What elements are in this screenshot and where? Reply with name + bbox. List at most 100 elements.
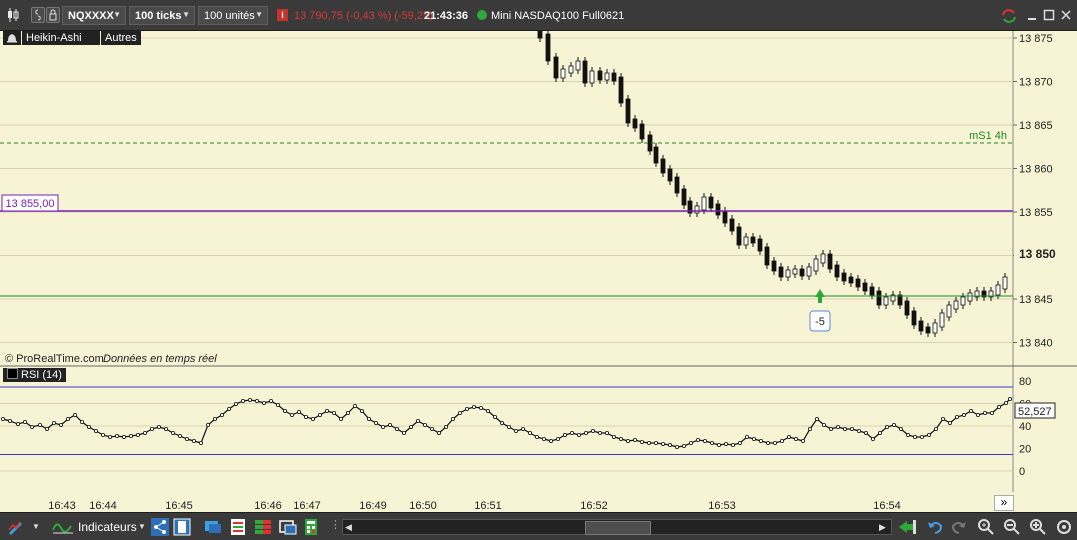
refresh-icon[interactable] xyxy=(1000,8,1018,24)
rsi-point xyxy=(415,419,420,424)
others-label[interactable]: Autres xyxy=(101,31,141,45)
clock-time: 21:43:36 xyxy=(424,10,469,22)
candle-body xyxy=(560,68,566,79)
rsi-point xyxy=(619,437,624,442)
minimize-icon[interactable] xyxy=(1026,8,1038,22)
chart-type-label[interactable]: Heikin-Ashi xyxy=(22,31,100,45)
link-icon[interactable] xyxy=(31,7,45,23)
share-icon[interactable] xyxy=(151,518,169,536)
rsi-point xyxy=(626,439,631,444)
zoom-fit-icon[interactable] xyxy=(977,518,995,536)
current-price-value: 13 850 xyxy=(1019,247,1056,261)
scroll-right-icon[interactable]: ▶ xyxy=(879,520,889,534)
rsi-point xyxy=(401,431,406,436)
rsi-point xyxy=(275,403,280,408)
window-icon[interactable] xyxy=(279,518,297,536)
rsi-title-box[interactable]: RSI (14) xyxy=(3,368,66,382)
rsi-point xyxy=(556,437,561,442)
calculator-icon[interactable] xyxy=(302,518,320,536)
rsi-point xyxy=(647,441,652,446)
time-axis[interactable]: 16:43 16:44 16:45 16:46 16:47 16:49 16:50 16:51… xyxy=(0,492,1077,512)
chevron-down-icon[interactable]: ▼ xyxy=(32,518,42,536)
rsi-point xyxy=(955,415,960,420)
go-to-end-icon[interactable] xyxy=(897,518,916,536)
chat-icon[interactable] xyxy=(204,518,222,536)
candle-body xyxy=(953,300,959,310)
bell-icon[interactable] xyxy=(3,31,21,45)
time-tick-label: 16:50 xyxy=(409,500,437,512)
rsi-point xyxy=(892,423,897,428)
candle-body xyxy=(667,168,673,182)
candlestick-icon[interactable] xyxy=(6,7,20,23)
price-chart[interactable]: 13 875 13 870 13 865 13 860 13 855 13 845 13 8… xyxy=(0,31,1077,367)
rsi-point xyxy=(521,427,526,432)
horizontal-scrollbar[interactable]: ◀ ▶ xyxy=(342,519,892,535)
rsi-point xyxy=(289,413,294,418)
redo-icon[interactable] xyxy=(950,518,968,536)
undo-icon[interactable] xyxy=(926,518,944,536)
rsi-point xyxy=(906,433,911,438)
candle-body xyxy=(537,31,543,39)
rsi-point xyxy=(598,431,603,436)
time-tick-label: 16:45 xyxy=(165,500,193,512)
rsi-point xyxy=(794,437,799,442)
layout-icon[interactable] xyxy=(173,518,191,536)
rsi-chart[interactable]: 806040200 52,527 xyxy=(0,367,1077,492)
last-price: 13 790,75 (-0,43 %) (-59,25) xyxy=(294,10,433,22)
rsi-point xyxy=(303,415,308,420)
rsi-point xyxy=(450,417,455,422)
candle-body xyxy=(701,196,707,211)
candle-body xyxy=(582,60,588,84)
units-select[interactable]: 100 unités ▼ xyxy=(198,6,268,25)
candle-body xyxy=(681,188,687,206)
instrument-select[interactable]: NQXXXX ▼ xyxy=(62,6,126,25)
info-icon[interactable]: i xyxy=(277,9,288,21)
candle-body xyxy=(632,118,638,129)
candle-body xyxy=(568,65,574,74)
draw-pen-icon[interactable] xyxy=(6,518,24,536)
rsi-point xyxy=(969,409,974,414)
rsi-point xyxy=(373,421,378,426)
realtime-label: Données en temps réel xyxy=(103,353,217,365)
candle-body xyxy=(862,282,868,292)
rsi-point xyxy=(717,443,722,448)
lock-icon[interactable] xyxy=(46,7,60,23)
watermark: © ProRealTime.com xyxy=(5,353,104,365)
orderbook-icon[interactable] xyxy=(254,518,272,536)
settings-icon[interactable] xyxy=(1055,518,1073,536)
rsi-point xyxy=(443,425,448,430)
rsi-point xyxy=(759,439,764,444)
report-icon[interactable] xyxy=(229,518,247,536)
scroll-left-icon[interactable]: ◀ xyxy=(345,520,355,534)
rsi-point xyxy=(577,433,582,438)
rsi-point xyxy=(45,427,50,432)
close-icon[interactable] xyxy=(1060,8,1072,22)
rsi-point xyxy=(338,417,343,422)
candle-body xyxy=(820,253,826,264)
rsi-point xyxy=(633,438,638,443)
rsi-point xyxy=(149,427,154,432)
rsi-point xyxy=(296,410,301,415)
rsi-point xyxy=(128,434,133,439)
rsi-point xyxy=(682,444,687,449)
rsi-point xyxy=(135,433,140,438)
ticks-select[interactable]: 100 ticks ▼ xyxy=(129,6,195,25)
indicators-button[interactable]: Indicateurs xyxy=(78,520,137,534)
zoom-in-icon[interactable] xyxy=(1029,518,1047,536)
price-tick-label: 13 860 xyxy=(1019,164,1053,176)
time-tick-label: 16:52 xyxy=(580,500,608,512)
rsi-point xyxy=(661,442,666,447)
rsi-point xyxy=(233,402,238,407)
rsi-point xyxy=(212,417,217,422)
rsi-point xyxy=(52,421,57,426)
scroll-end-button[interactable]: » xyxy=(994,495,1014,511)
scrollbar-thumb[interactable] xyxy=(585,521,651,535)
chevron-down-icon[interactable]: ▼ xyxy=(138,518,148,536)
maximize-icon[interactable] xyxy=(1043,8,1055,22)
rsi-point xyxy=(282,409,287,414)
rsi-point xyxy=(226,407,231,412)
zoom-out-icon[interactable] xyxy=(1003,518,1021,536)
candle-body xyxy=(960,296,966,306)
rsi-point xyxy=(934,427,939,432)
indicator-wave-icon[interactable] xyxy=(52,518,74,536)
